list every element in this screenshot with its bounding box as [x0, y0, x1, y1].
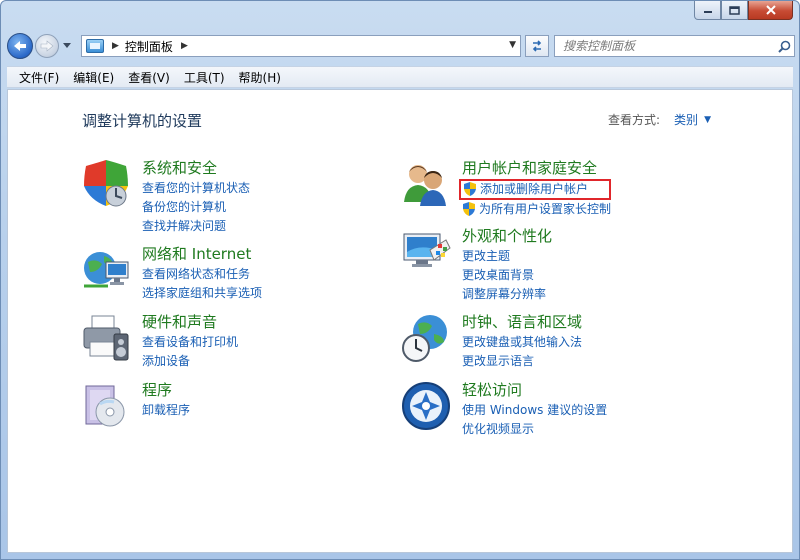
link-screen-resolution[interactable]: 调整屏幕分辨率: [462, 285, 552, 304]
search-box: [554, 35, 795, 57]
search-input[interactable]: [555, 37, 774, 55]
uac-shield-icon: [464, 182, 476, 196]
close-button[interactable]: [748, 1, 793, 20]
menu-file[interactable]: 文件(F): [13, 67, 67, 88]
navigation-bar: ▶ 控制面板 ▶ ▼: [7, 32, 795, 60]
recent-pages-dropdown[interactable]: [61, 43, 73, 49]
view-by-dropdown[interactable]: 类别: [674, 111, 698, 128]
link-label: 添加或删除用户帐户: [480, 182, 589, 196]
maximize-icon: [729, 5, 740, 15]
menu-bar: 文件(F) 编辑(E) 查看(V) 工具(T) 帮助(H): [7, 66, 793, 88]
page-title: 调整计算机的设置: [82, 112, 203, 130]
link-troubleshoot[interactable]: 查找并解决问题: [142, 217, 250, 236]
category-title[interactable]: 外观和个性化: [462, 226, 552, 246]
view-by-label: 查看方式:: [608, 113, 661, 127]
link-change-theme[interactable]: 更改主题: [462, 247, 552, 266]
close-icon: [765, 5, 776, 15]
category-hardware-sound: 硬件和声音 查看设备和打印机 添加设备: [80, 312, 238, 371]
view-by-chevron-icon[interactable]: ▼: [704, 115, 711, 125]
link-desktop-background[interactable]: 更改桌面背景: [462, 266, 552, 285]
caption-buttons: [694, 1, 793, 20]
back-button[interactable]: [7, 33, 33, 59]
link-optimize-video-display[interactable]: 优化视频显示: [462, 420, 607, 439]
link-change-input-methods[interactable]: 更改键盘或其他输入法: [462, 333, 582, 352]
link-network-status[interactable]: 查看网络状态和任务: [142, 265, 262, 284]
arrow-right-icon: [40, 40, 54, 52]
link-backup-computer[interactable]: 备份您的计算机: [142, 198, 250, 217]
link-recommended-settings[interactable]: 使用 Windows 建议的设置: [462, 401, 607, 420]
category-title[interactable]: 网络和 Internet: [142, 244, 262, 264]
menu-help[interactable]: 帮助(H): [233, 67, 289, 88]
address-bar[interactable]: ▶ 控制面板 ▶ ▼: [81, 35, 521, 57]
category-title[interactable]: 轻松访问: [462, 380, 607, 400]
minimize-button[interactable]: [694, 1, 721, 20]
control-panel-icon: [86, 39, 104, 53]
shield-icon: [84, 160, 128, 207]
category-title[interactable]: 程序: [142, 380, 190, 400]
category-title[interactable]: 硬件和声音: [142, 312, 238, 332]
breadcrumb-chevron-icon[interactable]: ▶: [181, 41, 188, 51]
category-programs: 程序 卸载程序: [80, 380, 190, 432]
category-title[interactable]: 系统和安全: [142, 158, 250, 178]
category-ease-of-access: 轻松访问 使用 Windows 建议的设置 优化视频显示: [400, 380, 607, 439]
programs-disc-icon: [85, 385, 125, 427]
link-label: 为所有用户设置家长控制: [479, 202, 612, 216]
menu-view[interactable]: 查看(V): [122, 67, 178, 88]
category-title[interactable]: 用户帐户和家庭安全: [462, 158, 611, 178]
uac-shield-icon: [463, 202, 475, 216]
printer-icon: [83, 315, 129, 361]
maximize-button[interactable]: [721, 1, 748, 20]
ease-of-access-icon: [402, 382, 450, 430]
users-icon: [404, 165, 446, 206]
minimize-icon: [703, 11, 712, 13]
network-globe-icon: [84, 252, 129, 288]
breadcrumb-control-panel[interactable]: 控制面板: [125, 38, 173, 55]
menu-tools[interactable]: 工具(T): [178, 67, 233, 88]
refresh-icon: [532, 40, 542, 52]
view-by: 查看方式: 类别 ▼: [608, 111, 711, 128]
link-add-device[interactable]: 添加设备: [142, 352, 238, 371]
refresh-button[interactable]: [525, 35, 549, 57]
link-change-display-language[interactable]: 更改显示语言: [462, 352, 582, 371]
category-system-security: 系统和安全 查看您的计算机状态 备份您的计算机 查找并解决问题: [80, 158, 250, 236]
link-add-remove-user-accounts[interactable]: 添加或删除用户帐户: [459, 179, 612, 200]
category-appearance: 外观和个性化 更改主题 更改桌面背景 调整屏幕分辨率: [400, 226, 552, 304]
arrow-left-icon: [14, 41, 26, 51]
forward-button[interactable]: [35, 34, 59, 58]
menu-edit[interactable]: 编辑(E): [67, 67, 122, 88]
category-network: 网络和 Internet 查看网络状态和任务 选择家庭组和共享选项: [80, 244, 262, 303]
link-view-computer-status[interactable]: 查看您的计算机状态: [142, 179, 250, 198]
link-devices-printers[interactable]: 查看设备和打印机: [142, 333, 238, 352]
category-user-accounts: 用户帐户和家庭安全 添加或删除用户帐户 为所有用户设置家长控制: [400, 158, 612, 219]
search-icon[interactable]: [774, 40, 794, 53]
link-uninstall-program[interactable]: 卸载程序: [142, 401, 190, 420]
category-clock-region: 时钟、语言和区域 更改键盘或其他输入法 更改显示语言: [400, 312, 582, 371]
breadcrumb-separator-icon[interactable]: ▶: [112, 41, 119, 51]
address-dropdown-icon[interactable]: ▼: [509, 40, 516, 50]
globe-clock-icon: [402, 315, 447, 362]
window-frame: ▶ 控制面板 ▶ ▼ 文件(F) 编辑(E) 查看(V) 工具(T) 帮助(H)…: [0, 0, 800, 560]
link-parental-controls[interactable]: 为所有用户设置家长控制: [462, 200, 611, 219]
content-area: 调整计算机的设置 查看方式: 类别 ▼ 系统和安全 查看您的计算机状态 备份您的…: [7, 89, 793, 553]
monitor-palette-icon: [403, 233, 451, 267]
chevron-down-icon: [63, 43, 71, 48]
category-title[interactable]: 时钟、语言和区域: [462, 312, 582, 332]
link-homegroup-sharing[interactable]: 选择家庭组和共享选项: [142, 284, 262, 303]
